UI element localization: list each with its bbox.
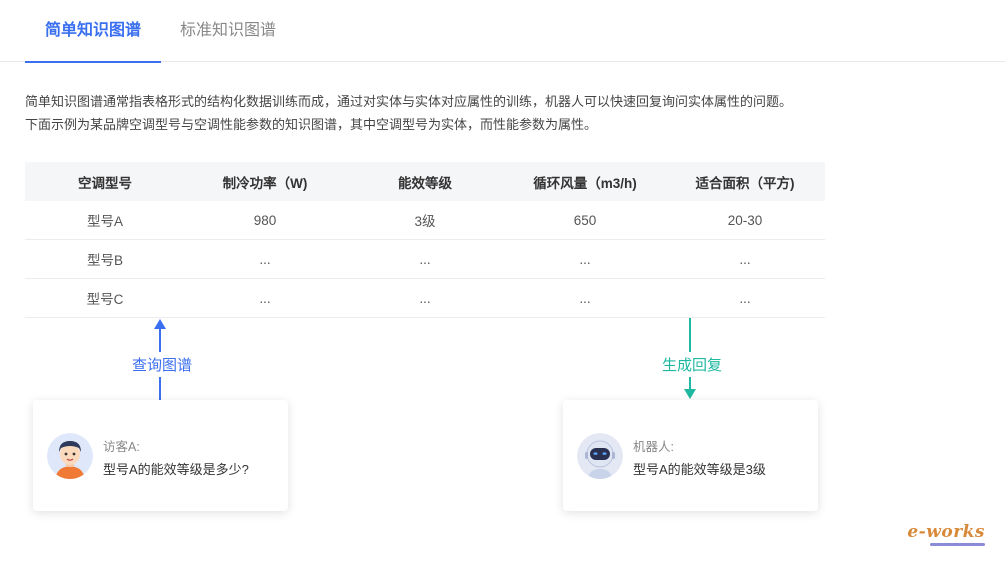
watermark-underline	[930, 543, 985, 546]
table-cell: ...	[419, 290, 431, 306]
robot-avatar-icon	[577, 433, 623, 479]
table-header-cell: 空调型号	[78, 175, 132, 191]
table-cell: ...	[579, 251, 591, 267]
table-row: 型号B ... ... ... ...	[25, 240, 825, 279]
table-cell: 980	[253, 212, 277, 228]
visitor-message-card: 访客A: 型号A的能效等级是多少?	[33, 400, 288, 511]
table-cell: ...	[259, 251, 271, 267]
table-row: 型号A 980 3级 650 20-30	[25, 201, 825, 240]
table-cell: 型号B	[86, 253, 123, 268]
query-graph-label: 查询图谱	[130, 352, 195, 377]
robot-message-card: 机器人: 型号A的能效等级是3级	[563, 400, 818, 511]
robot-answer: 型号A的能效等级是3级	[633, 462, 766, 477]
table-row: 型号C ... ... ... ...	[25, 279, 825, 318]
table-cell: 20-30	[727, 212, 763, 228]
watermark-text: e-works	[907, 522, 985, 542]
table-header-row: 空调型号 制冷功率（W) 能效等级 循环风量（m3/h) 适合面积（平方)	[25, 162, 825, 201]
generate-reply-label: 生成回复	[660, 352, 725, 377]
description-line-1: 简单知识图谱通常指表格形式的结构化数据训练而成，通过对实体与实体对应属性的训练，…	[25, 94, 793, 109]
table-cell: 3级	[414, 214, 436, 229]
visitor-question: 型号A的能效等级是多少?	[103, 462, 249, 477]
tab-standard-knowledge-graph[interactable]: 标准知识图谱	[180, 0, 276, 62]
description-line-2: 下面示例为某品牌空调型号与空调性能参数的知识图谱，其中空调型号为实体，而性能参数…	[25, 117, 598, 132]
table-header-cell: 能效等级	[398, 175, 452, 191]
description: 简单知识图谱通常指表格形式的结构化数据训练而成，通过对实体与实体对应属性的训练，…	[25, 90, 985, 136]
table-cell: 650	[573, 212, 597, 228]
table-header-cell: 制冷功率（W)	[222, 175, 308, 191]
table-cell: ...	[739, 251, 751, 267]
table-cell: ...	[579, 290, 591, 306]
visitor-avatar-icon	[47, 433, 93, 479]
tab-simple-knowledge-graph[interactable]: 简单知识图谱	[25, 0, 161, 63]
eworks-watermark-logo: e-works	[907, 522, 997, 556]
table-header-cell: 适合面积（平方)	[695, 175, 795, 191]
table-cell: ...	[259, 290, 271, 306]
table-cell: 型号A	[86, 214, 123, 229]
visitor-name: 访客A:	[103, 440, 140, 454]
table-cell: 型号C	[86, 292, 124, 307]
knowledge-table: 空调型号 制冷功率（W) 能效等级 循环风量（m3/h) 适合面积（平方) 型号…	[25, 162, 825, 318]
tab-bar: 简单知识图谱 标准知识图谱	[0, 0, 1005, 63]
table-cell: ...	[739, 290, 751, 306]
robot-name: 机器人:	[633, 440, 674, 454]
table-header-cell: 循环风量（m3/h)	[533, 175, 637, 191]
table-cell: ...	[419, 251, 431, 267]
